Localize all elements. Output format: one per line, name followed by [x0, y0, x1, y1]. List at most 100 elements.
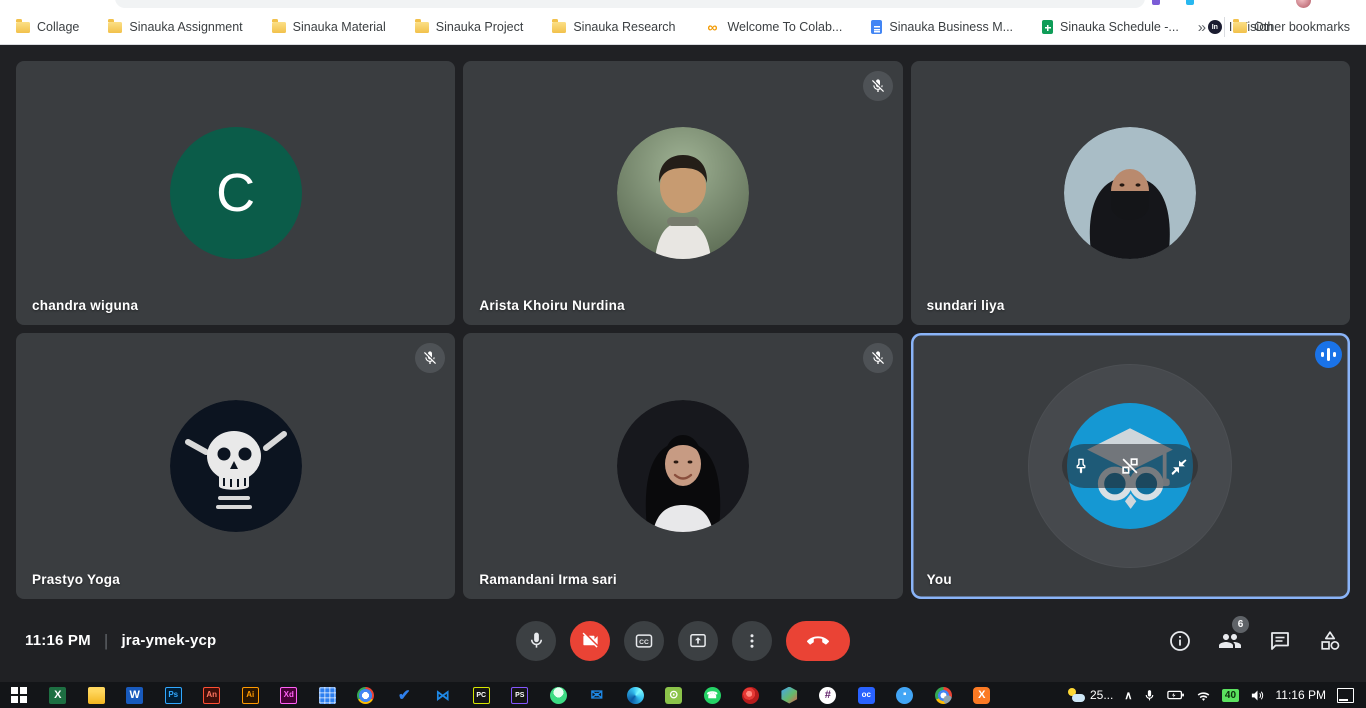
other-bookmarks-label: Other bookmarks: [1254, 20, 1350, 34]
action-center-icon: [1337, 688, 1354, 703]
mail: ✉: [588, 687, 605, 704]
present-button[interactable]: [678, 621, 718, 661]
weather-tray-item[interactable]: 25...: [1067, 688, 1113, 702]
taskbar-app-icon[interactable]: PC: [462, 682, 501, 708]
weather-icon: [1067, 688, 1085, 702]
extension-icon[interactable]: [1186, 0, 1194, 5]
bookmark-item[interactable]: Sinauka Material: [272, 20, 386, 34]
bookmark-item[interactable]: ∞ Welcome To Colab...: [704, 19, 842, 35]
taskbar-app-icon[interactable]: PS: [501, 682, 540, 708]
muted-mic-badge: [863, 71, 893, 101]
remove-tile-icon[interactable]: [1119, 455, 1141, 477]
avatar-photo: [170, 400, 302, 532]
participant-tile[interactable]: C chandra wiguna: [16, 61, 455, 325]
participant-name: chandra wiguna: [32, 298, 138, 313]
taskbar-app-icon[interactable]: [0, 682, 39, 708]
bookmark-label: Sinauka Business M...: [889, 20, 1013, 34]
taskbar-app-icon[interactable]: ☎: [693, 682, 732, 708]
volume-level-badge[interactable]: 40: [1222, 689, 1238, 702]
participant-tile[interactable]: Prastyo Yoga: [16, 333, 455, 599]
participant-tile[interactable]: Arista Khoiru Nurdina: [463, 61, 902, 325]
participant-tile[interactable]: sundari liya: [911, 61, 1350, 325]
bookmarks-overflow-chevron[interactable]: »: [1188, 19, 1216, 36]
meet-stage: C chandra wiguna Arista Khoiru Nurdina: [0, 45, 1366, 682]
bookmark-icon: [108, 22, 122, 33]
bookmark-item[interactable]: Sinauka Research: [552, 20, 675, 34]
mic-off-icon: [870, 78, 886, 94]
camera-off-button[interactable]: [570, 621, 610, 661]
taskbar-app-icon[interactable]: ✔: [385, 682, 424, 708]
taskbar-app-icon[interactable]: ⊙: [655, 682, 694, 708]
taskbar-app-icon[interactable]: [924, 682, 963, 708]
bookmark-item[interactable]: Sinauka Project: [415, 20, 524, 34]
participant-tile[interactable]: Ramandani Irma sari: [463, 333, 902, 599]
photoshop: Ps: [165, 687, 182, 704]
taskbar-app-icon[interactable]: ▪: [886, 682, 925, 708]
chat-button[interactable]: [1268, 629, 1292, 653]
tray-wifi[interactable]: [1196, 688, 1211, 703]
bookmark-item[interactable]: Sinauka Assignment: [108, 20, 242, 34]
taskbar-app-icon[interactable]: X: [39, 682, 78, 708]
taskbar-app-icon[interactable]: X: [963, 682, 1002, 708]
taskbar-app-icon[interactable]: oc: [847, 682, 886, 708]
browser-profile-avatar[interactable]: [1296, 0, 1311, 8]
mic-in-use-icon: [1143, 689, 1156, 702]
taskbar-app-icon[interactable]: [308, 682, 347, 708]
tray-battery[interactable]: [1167, 689, 1185, 701]
taskbar-app-icon[interactable]: [770, 682, 809, 708]
participants-grid: C chandra wiguna Arista Khoiru Nurdina: [16, 61, 1350, 599]
taskbar-app-icon[interactable]: [539, 682, 578, 708]
bookmark-item[interactable]: Sinauka Business M...: [871, 20, 1013, 34]
taskbar-clock[interactable]: 11:16 PM: [1276, 688, 1326, 702]
pin-icon[interactable]: [1071, 456, 1091, 476]
avatar-initial-letter: C: [216, 162, 255, 224]
present-screen-icon: [688, 631, 708, 651]
participant-name: Prastyo Yoga: [32, 572, 120, 587]
tray-speaker[interactable]: [1250, 688, 1265, 703]
tile-hover-actions: [1062, 444, 1198, 488]
participant-tile-you[interactable]: You: [911, 333, 1350, 599]
taskbar-app-icon[interactable]: #: [809, 682, 848, 708]
microphone-button[interactable]: [516, 621, 556, 661]
more-vert-icon: [743, 632, 761, 650]
taskbar-app-icon[interactable]: [616, 682, 655, 708]
taskbar-app-icon[interactable]: An: [193, 682, 232, 708]
avatar-photo: [617, 127, 749, 259]
folder-icon: [1233, 22, 1247, 33]
bookmark-icon: [16, 22, 30, 33]
avatar-initial: C: [170, 127, 302, 259]
chrome-profile: [935, 687, 952, 704]
video-call-app: ▪: [896, 687, 913, 704]
tray-microphone[interactable]: [1143, 689, 1156, 702]
taskbar-app-icon[interactable]: Ps: [154, 682, 193, 708]
captions-button[interactable]: CC: [624, 621, 664, 661]
taskbar-app-icon[interactable]: W: [116, 682, 155, 708]
more-options-button[interactable]: [732, 621, 772, 661]
omnibox-cutoff[interactable]: [115, 0, 1145, 8]
activities-button[interactable]: [1318, 629, 1342, 653]
bookmark-item[interactable]: Collage: [16, 20, 79, 34]
leave-call-button[interactable]: [786, 621, 850, 661]
meeting-details-button[interactable]: [1168, 629, 1192, 653]
tray-overflow-chevron[interactable]: ∧: [1124, 689, 1132, 702]
taskbar-app-icon[interactable]: ✉: [578, 682, 617, 708]
mic-off-icon: [422, 350, 438, 366]
edge: [627, 687, 644, 704]
xampp: X: [973, 687, 990, 704]
taskbar-app-icon[interactable]: [347, 682, 386, 708]
other-bookmarks-button[interactable]: Other bookmarks: [1233, 20, 1366, 34]
taskbar-app-icon[interactable]: Xd: [270, 682, 309, 708]
bookmark-item[interactable]: Sinauka Schedule -...: [1042, 20, 1179, 34]
meet-control-bar: 11:16 PM | jra-ymek-ycp CC 6: [0, 599, 1366, 682]
taskbar-app-icon[interactable]: [732, 682, 771, 708]
weather-temp: 25...: [1090, 688, 1113, 702]
taskbar-app-icon[interactable]: ⋈: [424, 682, 463, 708]
android-emulator: [550, 687, 567, 704]
minimize-tile-icon[interactable]: [1169, 456, 1189, 476]
participants-button[interactable]: 6: [1218, 629, 1242, 653]
taskbar-app-icon[interactable]: [77, 682, 116, 708]
taskbar-app-icon[interactable]: Ai: [231, 682, 270, 708]
extension-icon[interactable]: [1152, 0, 1160, 5]
action-center-button[interactable]: [1337, 688, 1354, 703]
bookmark-label: Collage: [37, 20, 79, 34]
